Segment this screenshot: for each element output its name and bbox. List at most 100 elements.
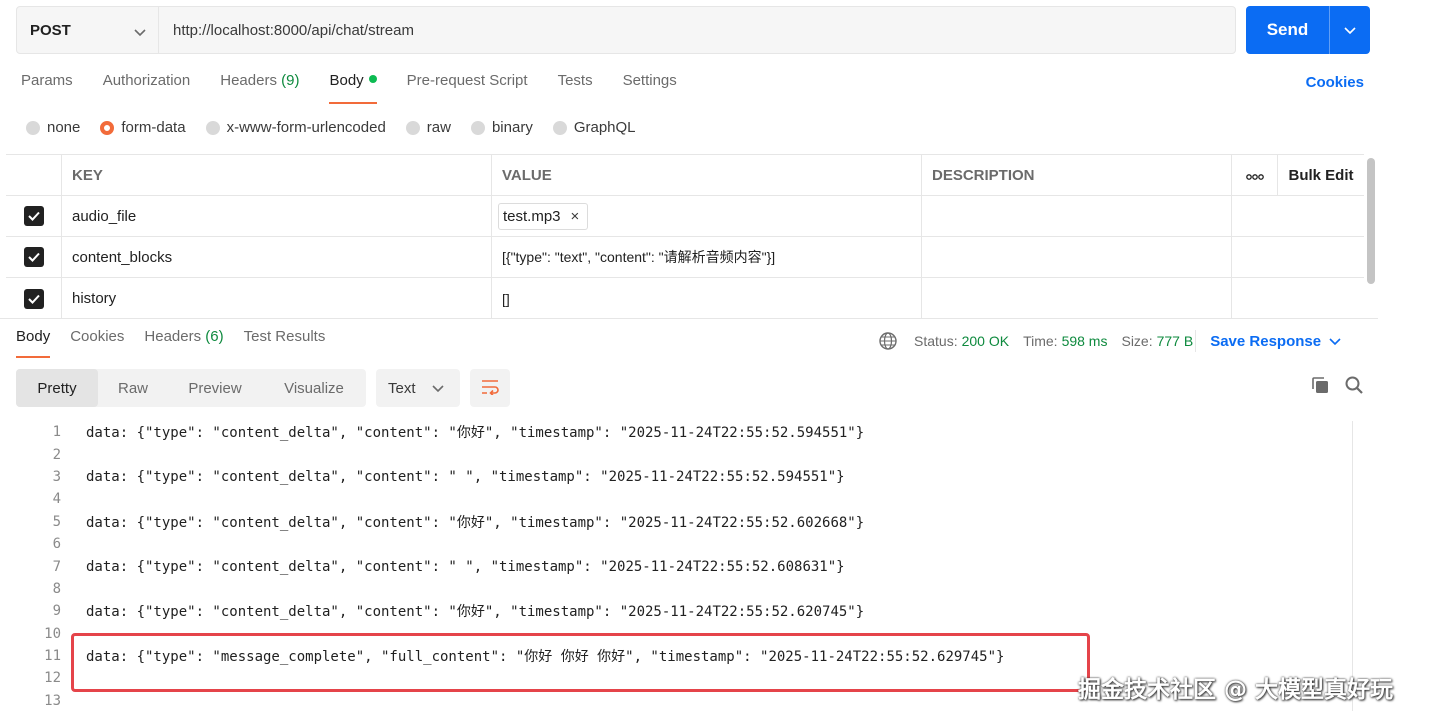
format-select-value: Text	[388, 379, 416, 397]
header-checkbox-cell	[6, 155, 62, 195]
description-cell[interactable]	[922, 278, 1232, 319]
radio-button-selected	[100, 120, 115, 135]
line-text: data: {"type": "content_delta", "content…	[86, 425, 865, 442]
radio-label: x-www-form-urlencoded	[226, 119, 386, 136]
row-checkbox[interactable]	[23, 288, 44, 309]
file-chip: test.mp3 ×	[498, 202, 589, 230]
value-cell[interactable]: [{"type": "text", "content": "请解析音频内容"}]	[492, 237, 922, 277]
wrap-lines-icon	[480, 379, 500, 398]
value-cell[interactable]: test.mp3 ×	[492, 196, 922, 236]
view-preview[interactable]: Preview	[168, 369, 262, 407]
method-select[interactable]: POST	[17, 7, 159, 53]
line-text: data: {"type": "content_delta", "content…	[86, 604, 865, 621]
send-options-button[interactable]	[1330, 6, 1370, 54]
value-cell[interactable]: []	[492, 278, 922, 319]
status-label: Status:	[914, 333, 958, 349]
close-icon[interactable]: ×	[571, 208, 580, 225]
more-options-button[interactable]	[1232, 155, 1278, 195]
code-scrollbar[interactable]	[1352, 421, 1370, 711]
radio-label: binary	[491, 119, 533, 136]
row-spacer	[1232, 237, 1278, 277]
chevron-down-icon	[134, 24, 146, 41]
copy-icon[interactable]	[1310, 375, 1330, 398]
url-input[interactable]: http://localhost:8000/api/chat/stream	[159, 7, 1235, 53]
status-value[interactable]: 200 OK	[962, 333, 1009, 349]
table-row: history []	[6, 278, 1364, 319]
globe-icon[interactable]	[878, 331, 898, 351]
tab-test-results[interactable]: Test Results	[244, 328, 326, 358]
format-select[interactable]: Text	[376, 369, 460, 407]
save-response-button[interactable]: Save Response	[1210, 333, 1341, 350]
value-text: []	[502, 290, 510, 307]
row-checkbox[interactable]	[23, 247, 44, 267]
search-icon[interactable]	[1344, 375, 1364, 398]
tab-label: Settings	[622, 72, 677, 89]
tab-response-body[interactable]: Body	[16, 328, 51, 358]
radio-label: form-data	[121, 119, 186, 136]
separator	[1195, 330, 1197, 352]
view-pretty[interactable]: Pretty	[16, 369, 98, 407]
key-text: audio_file	[72, 207, 137, 225]
tab-tests[interactable]: Tests	[558, 72, 593, 104]
watermark-text: 掘金技术社区 @ 大模型真好玩	[1078, 677, 1394, 703]
radio-binary[interactable]: binary	[470, 119, 533, 136]
response-meta: Status: 200 OK Time: 598 ms Size: 777 B …	[878, 330, 1341, 352]
time-label: Time:	[1023, 333, 1058, 349]
row-checkbox[interactable]	[23, 206, 44, 226]
code-line: 2	[16, 443, 1356, 465]
radio-x-www-form-urlencoded[interactable]: x-www-form-urlencoded	[205, 119, 386, 136]
tab-label: Tests	[557, 72, 593, 89]
radio-graphql[interactable]: GraphQL	[552, 119, 636, 136]
description-cell[interactable]	[922, 196, 1232, 236]
size-value[interactable]: 777 B	[1157, 333, 1194, 349]
line-number: 7	[52, 558, 61, 575]
code-line: 6	[16, 533, 1356, 555]
headers-count: (9)	[281, 72, 300, 89]
more-horizontal-icon	[1245, 167, 1264, 184]
bulk-edit-button[interactable]: Bulk Edit	[1278, 155, 1364, 195]
line-text: data: {"type": "content_delta", "content…	[86, 468, 845, 485]
description-cell[interactable]	[922, 237, 1232, 277]
tab-label: Body	[329, 72, 364, 89]
code-line: 9 data: {"type": "content_delta", "conten…	[16, 600, 1356, 622]
send-button[interactable]: Send	[1246, 6, 1330, 54]
key-cell[interactable]: history	[62, 278, 492, 319]
tab-authorization[interactable]: Authorization	[103, 72, 191, 104]
panel-divider[interactable]	[0, 318, 1378, 319]
table-header-row: KEY VALUE DESCRIPTION Bulk Edit	[6, 155, 1364, 196]
radio-label: raw	[426, 119, 451, 136]
response-tabs: Body Cookies Headers (6) Test Results	[16, 328, 345, 358]
save-response-label: Save Response	[1210, 332, 1322, 350]
wrap-lines-button[interactable]	[470, 369, 510, 407]
table-row: content_blocks [{"type": "text", "conten…	[6, 237, 1364, 278]
tab-pre-request-script[interactable]: Pre-request Script	[407, 72, 528, 104]
radio-form-data[interactable]: form-data	[100, 119, 186, 136]
key-cell[interactable]: audio_file	[62, 196, 492, 236]
line-number: 8	[52, 580, 61, 597]
key-cell[interactable]: content_blocks	[62, 237, 492, 277]
tab-settings[interactable]: Settings	[623, 72, 677, 104]
send-button-group: Send	[1246, 6, 1370, 54]
cookies-link[interactable]: Cookies	[1306, 74, 1364, 91]
tab-headers[interactable]: Headers (9)	[220, 72, 299, 104]
tab-params[interactable]: Params	[21, 72, 73, 104]
tab-label: Pre-request Script	[406, 72, 528, 89]
tab-label: Headers	[220, 72, 277, 89]
tab-body[interactable]: Body	[329, 72, 377, 104]
table-scrollbar[interactable]	[1367, 158, 1375, 284]
time-value[interactable]: 598 ms	[1062, 333, 1108, 349]
response-actions	[1310, 375, 1364, 398]
radio-none[interactable]: none	[26, 119, 80, 136]
view-visualize[interactable]: Visualize	[262, 369, 366, 407]
tab-response-headers[interactable]: Headers (6)	[144, 328, 223, 358]
view-raw[interactable]: Raw	[98, 369, 168, 407]
code-line: 8	[16, 578, 1356, 600]
row-spacer	[1232, 196, 1278, 236]
radio-raw[interactable]: raw	[405, 119, 451, 136]
size-label: Size:	[1121, 333, 1153, 349]
line-number: 2	[52, 446, 61, 463]
view-mode-switch: Pretty Raw Preview Visualize	[16, 369, 366, 407]
radio-button	[205, 120, 220, 135]
tab-response-cookies[interactable]: Cookies	[70, 328, 124, 358]
key-text: history	[72, 290, 117, 307]
